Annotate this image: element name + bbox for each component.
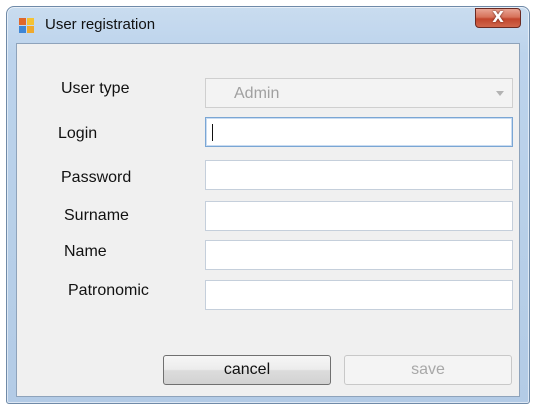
login-label: Login [58, 125, 98, 142]
name-field[interactable] [205, 240, 513, 270]
title-bar[interactable]: User registration X [7, 7, 529, 43]
login-field[interactable] [205, 117, 513, 147]
user-type-value: Admin [234, 85, 280, 102]
password-field[interactable] [205, 160, 513, 190]
patronomic-label: Patronomic [68, 282, 149, 299]
surname-field[interactable] [205, 201, 513, 231]
text-caret [212, 124, 213, 141]
user-type-select[interactable]: Admin [205, 78, 513, 108]
save-button[interactable]: save [344, 355, 512, 385]
surname-label: Surname [64, 207, 129, 224]
name-label: Name [64, 243, 107, 260]
patronomic-field[interactable] [205, 280, 513, 310]
password-label: Password [61, 169, 132, 186]
close-button[interactable]: X [475, 8, 521, 28]
app-window-icon [19, 18, 35, 34]
cancel-button[interactable]: cancel [163, 355, 331, 385]
close-icon: X [492, 8, 504, 26]
chevron-down-icon [496, 91, 504, 96]
window-title: User registration [45, 16, 156, 33]
form-client-area: User type Admin Login Password Surname N… [16, 43, 520, 397]
registration-window: User registration X User type Admin Logi… [6, 6, 530, 404]
user-type-label: User type [61, 80, 130, 97]
